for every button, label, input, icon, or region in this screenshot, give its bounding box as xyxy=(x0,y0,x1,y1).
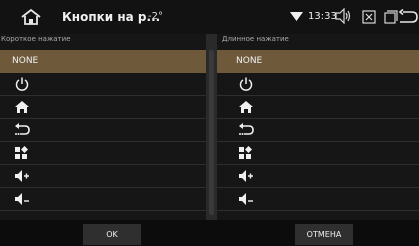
status-bar: Кнопки на р... -2° 13:33 xyxy=(0,0,419,34)
power-icon xyxy=(15,77,29,91)
volume-up-icon xyxy=(15,170,29,182)
volume-down-icon xyxy=(239,193,253,205)
option-none[interactable]: NONE xyxy=(0,50,206,73)
page-title: Кнопки на р... xyxy=(62,10,161,24)
option-label: NONE xyxy=(12,56,39,66)
scrollbar[interactable] xyxy=(209,50,214,215)
back-arrow-icon xyxy=(15,123,30,135)
cancel-button[interactable]: ОТМЕНА xyxy=(295,224,353,245)
volume-icon[interactable] xyxy=(334,8,352,24)
option-apps[interactable] xyxy=(0,142,206,165)
long-press-options[interactable]: NONE xyxy=(217,50,419,220)
volume-down-icon xyxy=(15,193,29,205)
option-volume-down[interactable] xyxy=(217,188,419,211)
option-power[interactable] xyxy=(0,73,206,96)
short-press-panel: Короткое нажатие NONE xyxy=(0,34,206,220)
power-icon xyxy=(239,77,253,91)
short-press-label: Короткое нажатие xyxy=(1,35,71,43)
option-none[interactable]: NONE xyxy=(217,50,419,73)
option-volume-up[interactable] xyxy=(0,165,206,188)
home-icon xyxy=(15,101,29,113)
long-press-panel: Длинное нажатие NONE xyxy=(217,34,419,220)
back-icon[interactable] xyxy=(398,9,418,25)
option-apps[interactable] xyxy=(217,142,419,165)
option-volume-up[interactable] xyxy=(217,165,419,188)
dialog-footer: OK ОТМЕНА xyxy=(0,220,419,246)
short-press-options[interactable]: NONE xyxy=(0,50,206,220)
home-icon[interactable] xyxy=(20,8,42,26)
wifi-icon xyxy=(290,12,303,21)
windows-icon[interactable] xyxy=(384,10,398,24)
apps-icon xyxy=(239,146,252,159)
clock: 13:33 xyxy=(308,11,337,22)
ok-button[interactable]: OK xyxy=(83,224,141,245)
option-volume-down[interactable] xyxy=(0,188,206,211)
apps-icon xyxy=(15,146,28,159)
close-box-icon[interactable] xyxy=(362,10,376,24)
option-power[interactable] xyxy=(217,73,419,96)
long-press-label: Длинное нажатие xyxy=(222,35,289,43)
option-label: NONE xyxy=(236,56,263,66)
option-back[interactable] xyxy=(0,119,206,142)
home-icon xyxy=(239,101,253,113)
back-arrow-icon xyxy=(239,123,254,135)
option-back[interactable] xyxy=(217,119,419,142)
volume-up-icon xyxy=(239,170,253,182)
option-home[interactable] xyxy=(217,96,419,119)
option-home[interactable] xyxy=(0,96,206,119)
temperature-readout: -2° xyxy=(148,11,163,22)
